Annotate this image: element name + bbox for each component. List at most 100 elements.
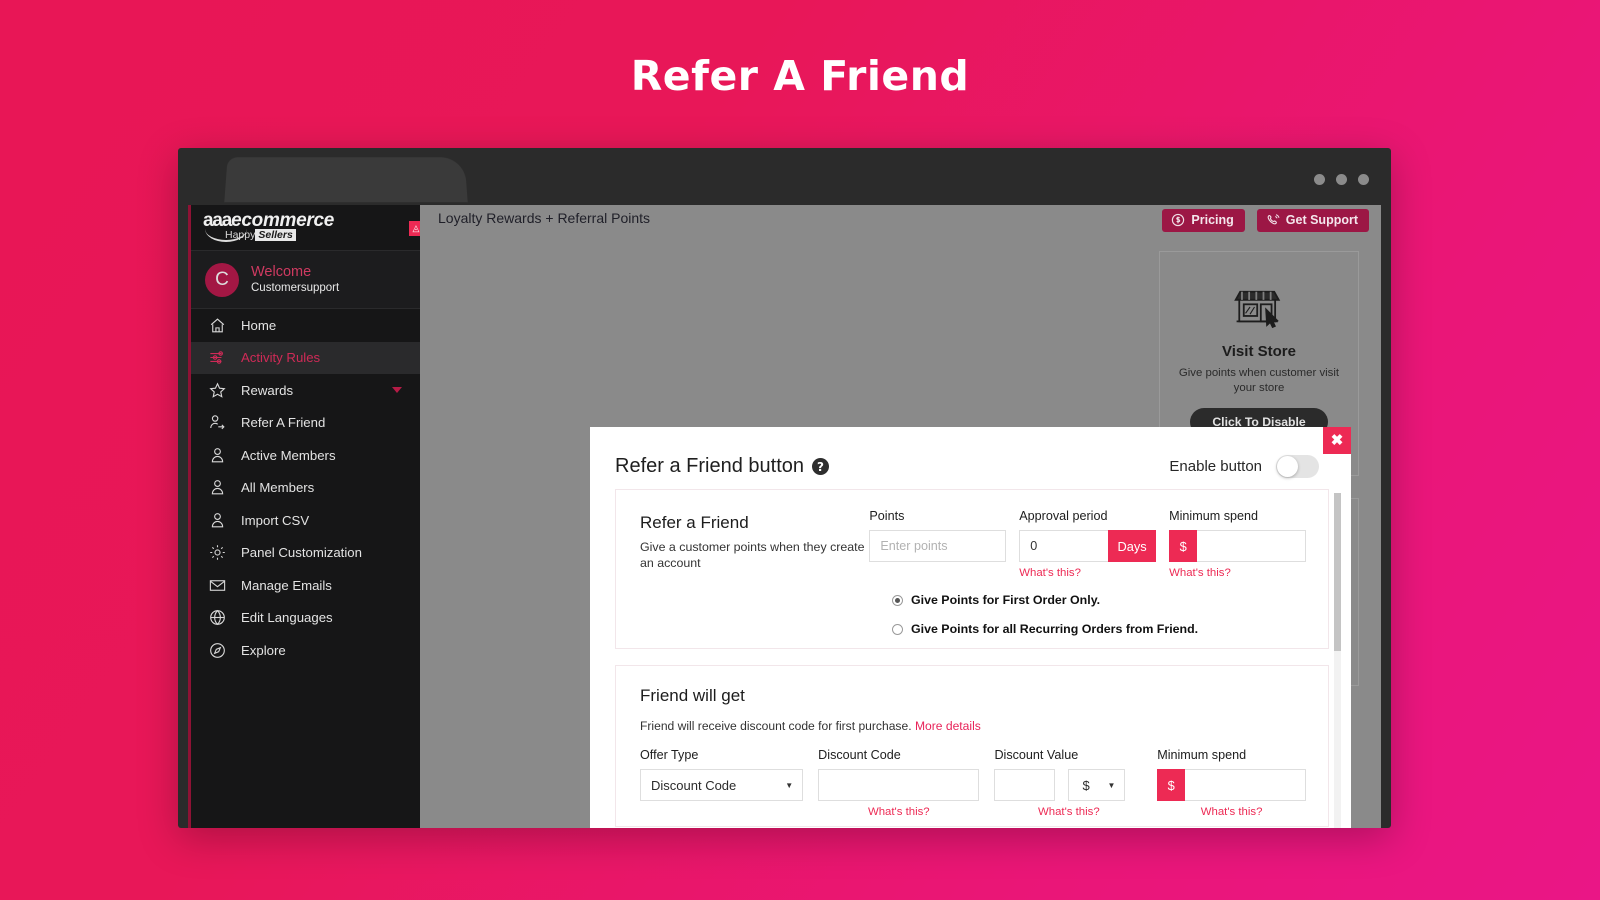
sidebar-item-label: Manage Emails: [241, 577, 332, 593]
more-details-link[interactable]: More details: [915, 719, 981, 733]
app-sidebar: aaaecommerce Happy Sellers ◬ C Welcome Cu…: [188, 205, 423, 828]
pricing-label: Pricing: [1191, 213, 1234, 227]
modal-title-text: Refer a Friend button: [615, 455, 804, 477]
sidebar-item-import-csv[interactable]: Import CSV: [191, 504, 420, 537]
refer-a-friend-modal: ✖ Refer a Friend button ? Enable button: [590, 427, 1351, 828]
offer-type-select[interactable]: Discount Code ▼: [640, 769, 804, 801]
friend-section-title: Friend will get: [640, 686, 745, 705]
sidebar-item-manage-emails[interactable]: Manage Emails: [191, 569, 420, 602]
refer-minimum-spend-help-link[interactable]: What's this?: [1169, 567, 1306, 579]
enable-button-toggle[interactable]: [1276, 455, 1319, 478]
offer-type-label: Offer Type: [640, 748, 699, 762]
chevron-down-icon: ▼: [1107, 780, 1116, 790]
rule-card-title: Visit Store: [1222, 343, 1296, 360]
toggle-knob: [1277, 456, 1298, 477]
person-icon: [208, 446, 227, 465]
discount-value-help-link[interactable]: What's this?: [994, 806, 1143, 818]
app-title: Loyalty Rewards + Referral Points: [438, 210, 651, 226]
brand-name-italic: ecommerce: [231, 210, 335, 231]
chevron-down-icon: ▼: [785, 780, 794, 790]
person-icon: [208, 511, 227, 530]
get-support-button[interactable]: Get Support: [1256, 209, 1369, 232]
brand-sub-chip: Sellers: [255, 229, 296, 241]
envelope-icon: [208, 576, 227, 595]
sidebar-item-active-members[interactable]: Active Members: [191, 439, 420, 472]
user-profile[interactable]: C Welcome Customersupport: [191, 251, 420, 309]
sidebar-item-home[interactable]: Home: [191, 309, 420, 342]
sidebar-item-explore[interactable]: Explore: [191, 634, 420, 667]
sidebar-item-all-members[interactable]: All Members: [191, 472, 420, 505]
friend-minimum-spend-currency: $: [1157, 769, 1186, 801]
discount-code-help-link[interactable]: What's this?: [818, 806, 979, 818]
points-mode-radio-option[interactable]: Give Points for First Order Only.: [892, 593, 1306, 607]
compass-icon: [208, 641, 227, 660]
refer-minimum-spend-label: Minimum spend: [1169, 509, 1259, 523]
friend-minimum-spend-label: Minimum spend: [1157, 748, 1247, 762]
browser-tab[interactable]: [224, 157, 468, 203]
sidebar-item-refer-a-friend[interactable]: Refer A Friend: [191, 407, 420, 440]
friend-section-desc-text: Friend will receive discount code for fi…: [640, 719, 912, 733]
sidebar-item-panel-customization[interactable]: Panel Customization: [191, 537, 420, 570]
close-icon[interactable]: ✖: [1323, 427, 1351, 454]
refer-minimum-spend-input[interactable]: [1197, 530, 1306, 562]
sidebar-item-label: Edit Languages: [241, 610, 333, 626]
sidebar-item-label: Rewards: [241, 382, 294, 398]
sidebar-item-rewards[interactable]: Rewards: [191, 374, 420, 407]
modal-scroll-area: Refer a Friend Give a customer points wh…: [590, 489, 1351, 828]
enable-button-label: Enable button: [1169, 458, 1262, 475]
radio-button[interactable]: [892, 623, 903, 635]
radio-label: Give Points for all Recurring Orders fro…: [911, 622, 1199, 636]
sidebar-item-label: Explore: [241, 642, 286, 658]
approval-period-unit[interactable]: Days: [1108, 530, 1157, 562]
page-title: Refer A Friend: [630, 52, 970, 100]
points-input[interactable]: Enter points: [869, 530, 1007, 562]
refer-section-desc: Give a customer points when they create …: [640, 540, 865, 570]
friend-minimum-spend-help-link[interactable]: What's this?: [1157, 806, 1306, 818]
refer-minimum-spend-currency: $: [1169, 530, 1198, 562]
pricing-button[interactable]: Pricing: [1162, 209, 1245, 232]
modal-header: Refer a Friend button ? Enable button: [590, 427, 1351, 478]
points-mode-radio-option[interactable]: Give Points for all Recurring Orders fro…: [892, 622, 1306, 636]
discount-value-label: Discount Value: [994, 748, 1079, 762]
points-label: Points: [869, 509, 905, 523]
app-topbar: Loyalty Rewards + Referral Points Pricin…: [420, 205, 1381, 239]
approval-period-label: Approval period: [1019, 509, 1108, 523]
window-dot-3[interactable]: [1358, 174, 1369, 185]
home-icon: [208, 316, 227, 335]
chevron-down-icon[interactable]: [392, 387, 402, 394]
sidebar-item-label: All Members: [241, 480, 315, 496]
window-controls: [1314, 174, 1369, 185]
browser-window: aaaecommerce Happy Sellers ◬ C Welcome Cu…: [178, 148, 1391, 828]
rule-card-desc: Give points when customer visit your sto…: [1178, 367, 1340, 394]
sidebar-item-label: Active Members: [241, 447, 336, 463]
approval-period-help-link[interactable]: What's this?: [1019, 567, 1156, 579]
browser-viewport: aaaecommerce Happy Sellers ◬ C Welcome Cu…: [188, 205, 1381, 828]
refer-a-friend-panel: Refer a Friend Give a customer points wh…: [615, 489, 1329, 649]
approval-period-input[interactable]: 0: [1019, 530, 1109, 562]
discount-code-label: Discount Code: [818, 748, 901, 762]
sidebar-item-label: Home: [241, 317, 277, 333]
globe-icon: [208, 608, 227, 627]
storefront-icon: [1170, 280, 1348, 334]
discount-value-input[interactable]: [994, 769, 1056, 801]
offer-type-value: Discount Code: [651, 777, 737, 793]
refer-section-title: Refer a Friend: [640, 513, 749, 532]
question-mark-icon[interactable]: ?: [812, 458, 829, 475]
user-name: Customersupport: [251, 282, 340, 294]
phone-icon: [1267, 214, 1280, 225]
sidebar-nav: Home Activity Rules Rewards Refer A Friend A…: [191, 309, 420, 667]
brand-logo[interactable]: aaaecommerce Happy Sellers ◬: [191, 205, 423, 251]
modal-scrollbar-thumb[interactable]: [1334, 493, 1341, 651]
window-dot-1[interactable]: [1314, 174, 1325, 185]
window-dot-2[interactable]: [1336, 174, 1347, 185]
sidebar-item-edit-languages[interactable]: Edit Languages: [191, 602, 420, 635]
discount-currency-value: $: [1082, 777, 1090, 793]
discount-code-input[interactable]: [818, 769, 980, 801]
star-icon: [208, 381, 227, 400]
sidebar-item-activity-rules[interactable]: Activity Rules: [191, 341, 420, 374]
friend-will-get-panel: Friend will get Friend will receive disc…: [615, 665, 1329, 827]
enable-button-control: Enable button: [1169, 455, 1319, 478]
radio-button[interactable]: [892, 594, 903, 606]
friend-minimum-spend-input[interactable]: [1185, 769, 1306, 801]
discount-currency-select[interactable]: $ ▼: [1068, 769, 1126, 801]
